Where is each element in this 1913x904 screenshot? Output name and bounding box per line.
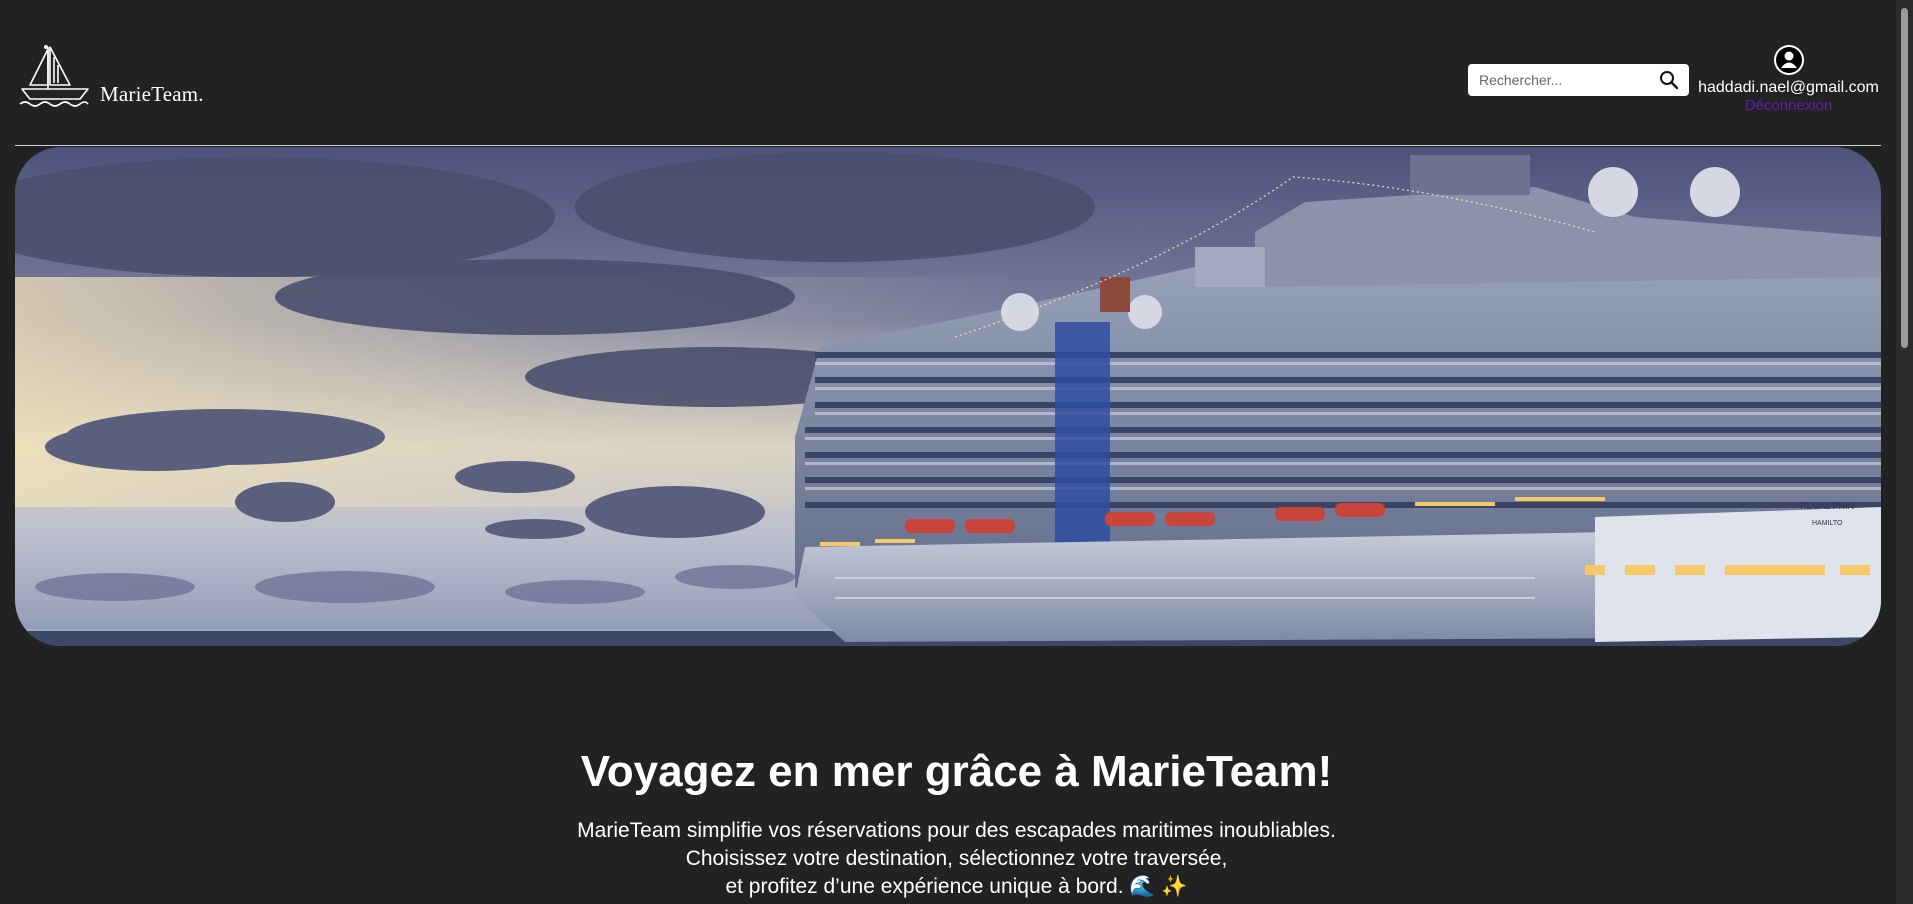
hero-image: REGAL PRIN HAMILTO [15,147,1881,646]
site-header: MarieTeam. haddadi.nael@gmail.com Déconn… [0,0,1893,146]
intro-title: Voyagez en mer grâce à MarieTeam! [580,747,1333,796]
logout-link[interactable]: Déconnexion [1696,97,1881,114]
hero-banner: REGAL PRIN HAMILTO [15,147,1881,646]
user-account: haddadi.nael@gmail.com Déconnexion [1696,44,1881,114]
search-input[interactable] [1468,65,1649,95]
intro-line-2: Choisissez votre destination, sélectionn… [685,847,1228,870]
ship-name-text: REGAL PRIN [1800,501,1854,511]
header-divider [15,145,1881,146]
search-bar [1468,64,1689,96]
logo-link[interactable]: MarieTeam. [18,45,204,111]
logo-text: MarieTeam. [100,82,204,106]
scrollbar-thumb[interactable] [1901,8,1908,348]
intro-line-3: et profitez d’une expérience unique à bo… [725,875,1188,898]
user-email: haddadi.nael@gmail.com [1698,79,1879,96]
user-avatar-icon[interactable] [1773,44,1805,76]
page: MarieTeam. haddadi.nael@gmail.com Déconn… [0,0,1913,904]
ship-port-text: HAMILTO [1812,520,1843,527]
intro-line-1: MarieTeam simplifie vos réservations pou… [577,819,1336,842]
intro-text: MarieTeam simplifie vos réservations pou… [0,817,1913,901]
sailboat-icon [19,45,89,107]
vertical-scrollbar[interactable] [1896,0,1913,904]
search-icon[interactable] [1659,70,1679,90]
